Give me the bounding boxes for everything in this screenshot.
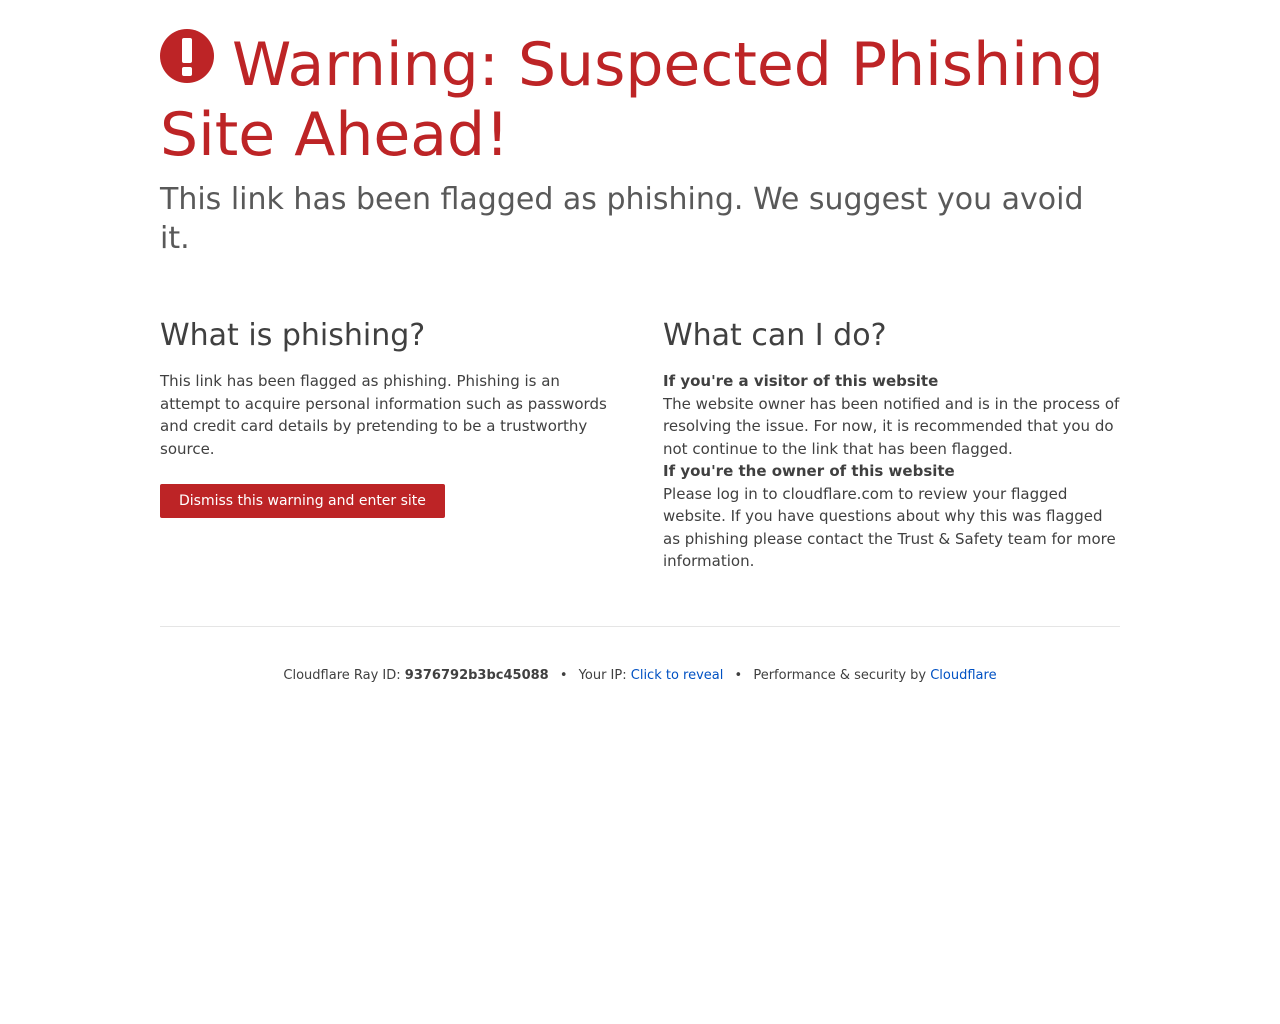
exclamation-dot xyxy=(182,67,192,76)
ray-id-label: Cloudflare Ray ID: xyxy=(283,668,401,683)
ray-id-value: 9376792b3bc45088 xyxy=(404,668,549,683)
ip-label: Your IP: xyxy=(578,668,627,683)
warning-title-text: Warning: Suspected Phishing Site Ahead! xyxy=(160,30,1104,170)
what-can-i-do-heading: What can I do? xyxy=(663,318,887,353)
performance-label: Performance & security by xyxy=(753,668,927,683)
visitor-heading: If you're a visitor of this website xyxy=(663,372,939,390)
footer-divider xyxy=(160,626,1120,627)
owner-block: If you're the owner of this website Plea… xyxy=(663,460,1121,573)
visitor-body: The website owner has been notified and … xyxy=(663,394,1120,458)
visitor-block: If you're a visitor of this website The … xyxy=(663,370,1121,460)
footer-separator: • xyxy=(734,668,743,683)
what-is-phishing-body: This link has been flagged as phishing. … xyxy=(160,372,607,458)
owner-body: Please log in to cloudflare.com to revie… xyxy=(663,484,1116,571)
owner-heading: If you're the owner of this website xyxy=(663,462,955,480)
what-is-phishing-heading: What is phishing? xyxy=(160,318,426,353)
what-can-i-do-section: What can I do? If you're a visitor of th… xyxy=(663,316,1121,573)
warning-subtitle: This link has been flagged as phishing. … xyxy=(160,182,1084,256)
warning-title: Warning: Suspected Phishing Site Ahead! xyxy=(160,29,1120,170)
footer: Cloudflare Ray ID: 9376792b3bc45088 • Yo… xyxy=(160,667,1120,685)
what-is-phishing-section: What is phishing? This link has been fla… xyxy=(160,316,618,518)
reveal-ip-link[interactable]: Click to reveal xyxy=(631,668,724,683)
dismiss-warning-button[interactable]: Dismiss this warning and enter site xyxy=(160,484,445,518)
exclamation-bar xyxy=(182,38,192,63)
footer-separator: • xyxy=(559,668,568,683)
exclamation-circle-icon xyxy=(160,29,214,83)
cloudflare-link[interactable]: Cloudflare xyxy=(930,668,996,683)
